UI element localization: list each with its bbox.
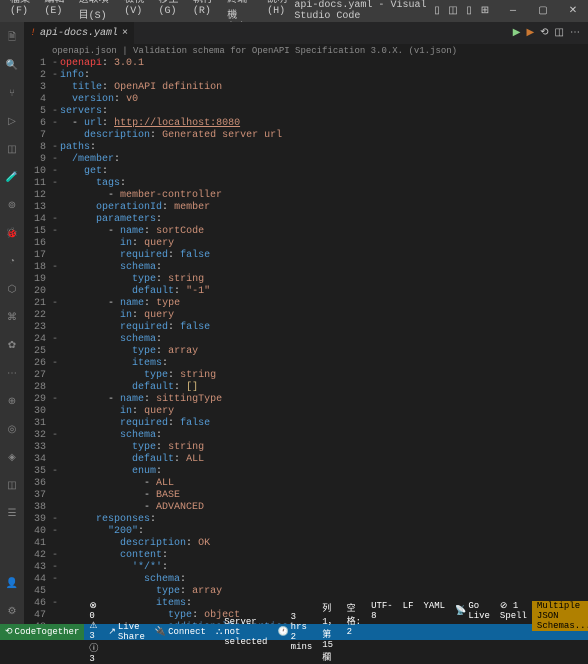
editor[interactable]: 1234567891011121314151617181920212223242…: [24, 58, 588, 624]
status-codetogether[interactable]: ⟲CodeTogether: [0, 624, 84, 640]
overflow-icon[interactable]: ⋯: [0, 362, 24, 386]
source-control-icon[interactable]: ⑂: [0, 82, 24, 106]
github-icon[interactable]: ⊕: [0, 390, 24, 414]
status-spell[interactable]: ⊘ 1 Spell: [495, 601, 532, 621]
status-encoding[interactable]: UTF-8: [366, 601, 398, 621]
codetogether-icon[interactable]: ⌘: [0, 306, 24, 330]
status-server[interactable]: ⛬Server not selected: [211, 624, 273, 640]
tab-close-icon[interactable]: ×: [122, 28, 128, 39]
editor-area: ! api-docs.yaml × ▶ ▶ ⟲ ◫ ⋯ openapi.json…: [24, 22, 588, 624]
accounts-icon[interactable]: 👤: [0, 572, 24, 596]
remote-icon[interactable]: ⊚: [0, 194, 24, 218]
tab-label: api-docs.yaml: [40, 28, 118, 39]
status-golive[interactable]: 📡Go Live: [450, 601, 495, 621]
breadcrumb[interactable]: openapi.json | Validation schema for Ope…: [24, 44, 588, 58]
status-schema[interactable]: Multiple JSON Schemas...: [532, 601, 588, 631]
status-time[interactable]: 🕐3 hrs 2 mins: [272, 624, 317, 640]
plugin-icon[interactable]: ✿: [0, 334, 24, 358]
code-content[interactable]: -openapi: 3.0.1-info: title: OpenAPI def…: [52, 58, 588, 624]
titlebar: 檔案(F) 編輯(E) 選取項目(S) 檢視(V) 移至(G) 執行(R) 終端…: [0, 0, 588, 22]
status-language[interactable]: YAML: [418, 601, 450, 611]
flask-icon[interactable]: 🧪: [0, 166, 24, 190]
docker-icon[interactable]: ◫: [0, 474, 24, 498]
split-editor-icon[interactable]: ◫: [555, 27, 564, 39]
more-actions-icon[interactable]: ⋯: [570, 27, 580, 39]
window-title: api-docs.yaml - Visual Studio Code: [294, 0, 430, 22]
search-icon[interactable]: 🔍: [0, 54, 24, 78]
explorer-icon[interactable]: 🗎: [0, 26, 24, 50]
layout-customize-icon[interactable]: ⊞: [478, 4, 492, 18]
tabs-actions: ▶ ▶ ⟲ ◫ ⋯: [513, 22, 588, 44]
maximize-button[interactable]: ▢: [528, 0, 558, 22]
tab-api-docs[interactable]: ! api-docs.yaml ×: [24, 22, 135, 44]
toggle-panel-icon[interactable]: ◫: [446, 4, 460, 18]
copilot-icon[interactable]: ◎: [0, 418, 24, 442]
close-button[interactable]: ✕: [558, 0, 588, 22]
status-problems[interactable]: ⊗ 0 ⚠ 3 ⓘ 3: [84, 624, 103, 640]
run-debug-icon[interactable]: ▷: [0, 110, 24, 134]
statusbar: ⟲CodeTogether ⊗ 0 ⚠ 3 ⓘ 3 ↗Live Share 🔌C…: [0, 624, 588, 640]
tabs-row: ! api-docs.yaml × ▶ ▶ ⟲ ◫ ⋯: [24, 22, 588, 44]
gutter: 1234567891011121314151617181920212223242…: [24, 58, 52, 624]
main-area: 🗎 🔍 ⑂ ▷ ◫ 🧪 ⊚ 🐞 ◔ ⬡ ⌘ ✿ ⋯ ⊕ ◎ ◈ ◫ ☰ 👤 ⚙ …: [0, 22, 588, 624]
status-liveshare[interactable]: ↗Live Share: [103, 624, 150, 640]
debug-icon[interactable]: 🐞: [0, 222, 24, 246]
compare-icon[interactable]: ⟲: [540, 27, 548, 39]
status-eol[interactable]: LF: [398, 601, 419, 611]
toggle-sidebar-icon[interactable]: ▯: [430, 4, 444, 18]
status-right: 列 1，第 15 欄 空格: 2 UTF-8 LF YAML 📡Go Live …: [317, 601, 588, 663]
settings-icon[interactable]: ⚙: [0, 600, 24, 624]
minimize-button[interactable]: —: [498, 0, 528, 22]
activitybar: 🗎 🔍 ⑂ ▷ ◫ 🧪 ⊚ 🐞 ◔ ⬡ ⌘ ✿ ⋯ ⊕ ◎ ◈ ◫ ☰ 👤 ⚙: [0, 22, 24, 624]
tree-icon[interactable]: ☰: [0, 502, 24, 526]
toggle-secondary-icon[interactable]: ▯: [462, 4, 476, 18]
status-ln-col[interactable]: 列 1，第 15 欄: [317, 601, 341, 663]
window-controls: ▯ ◫ ▯ ⊞ — ▢ ✕: [430, 0, 588, 22]
sql-icon[interactable]: ◫: [0, 138, 24, 162]
project-icon[interactable]: ◈: [0, 446, 24, 470]
yaml-file-icon: !: [30, 28, 36, 39]
status-connect[interactable]: 🔌Connect: [150, 624, 211, 640]
run-icon[interactable]: ▶: [513, 27, 521, 39]
hexagon-icon[interactable]: ⬡: [0, 278, 24, 302]
wakatime-icon[interactable]: ◔: [0, 250, 24, 274]
debug-start-icon[interactable]: ▶: [526, 27, 534, 39]
status-spaces[interactable]: 空格: 2: [342, 601, 366, 637]
